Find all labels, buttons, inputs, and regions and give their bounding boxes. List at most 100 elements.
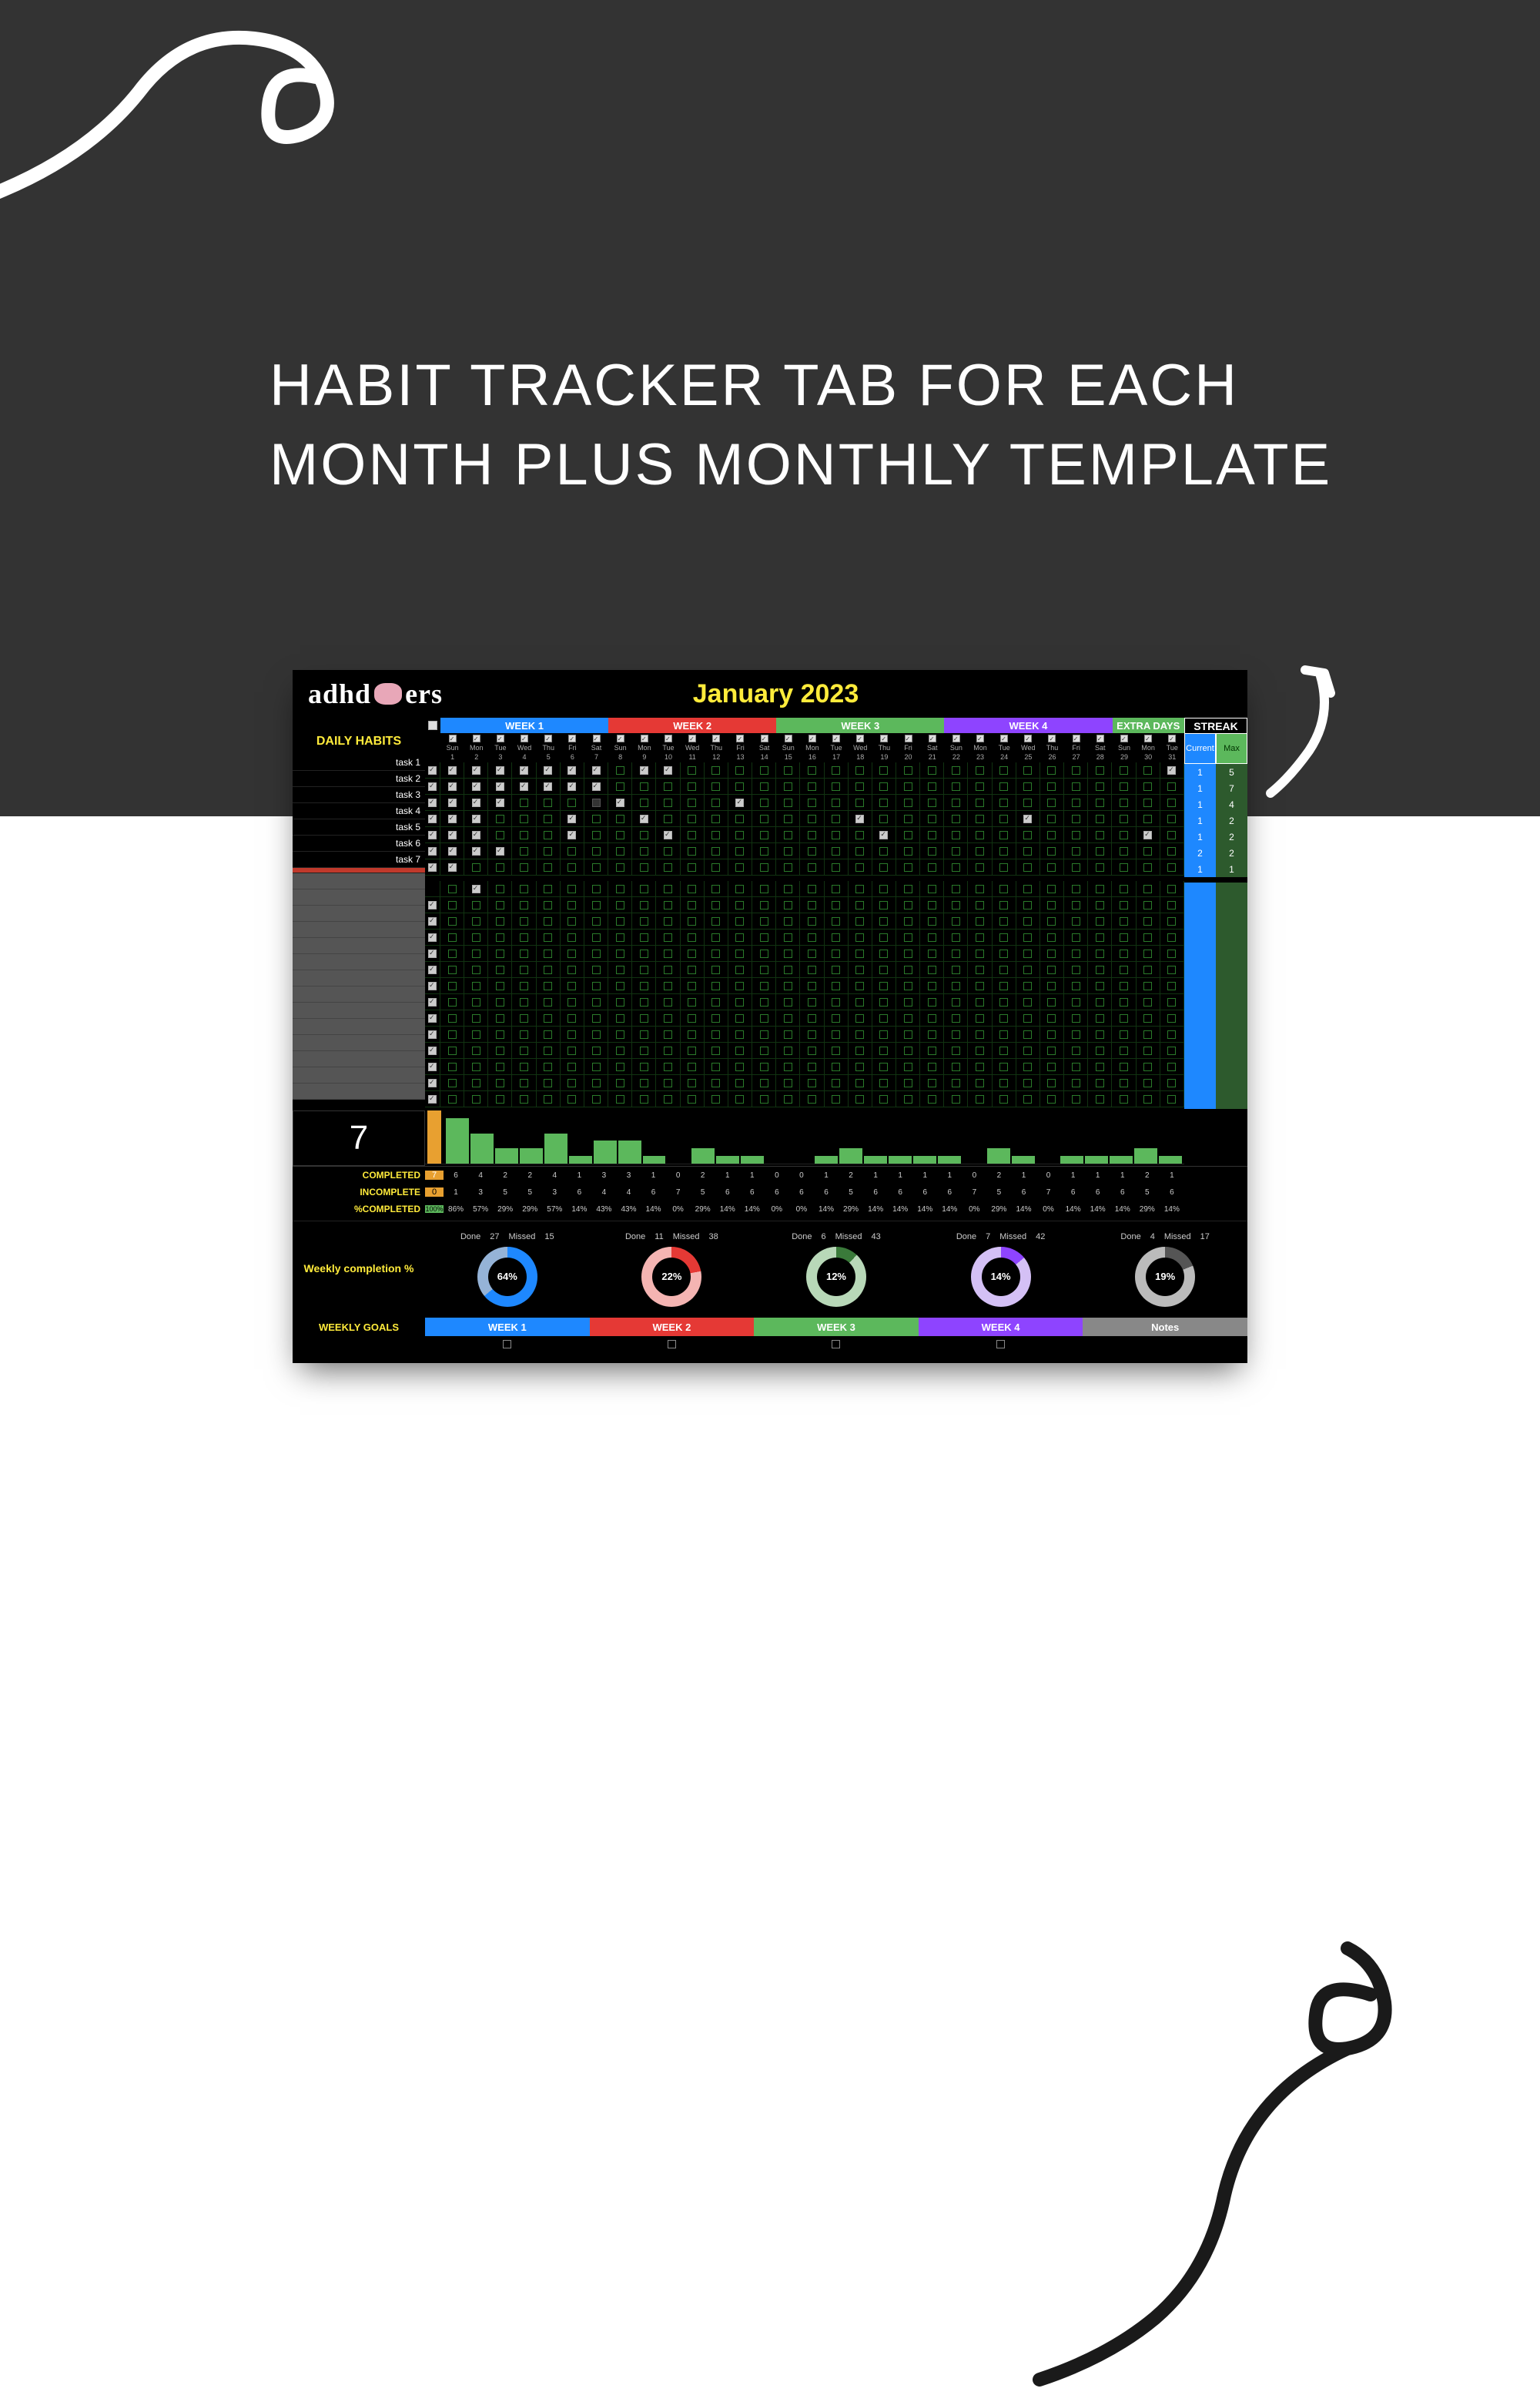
- habit-day-cell[interactable]: [681, 843, 705, 859]
- habit-day-cell[interactable]: [1112, 1027, 1136, 1043]
- habit-day-cell[interactable]: [993, 962, 1016, 978]
- habit-day-cell[interactable]: [608, 1043, 632, 1059]
- habit-day-cell[interactable]: [776, 897, 800, 913]
- habit-day-cell[interactable]: [993, 930, 1016, 946]
- habit-day-cell[interactable]: [944, 994, 968, 1010]
- habit-day-cell[interactable]: [1040, 795, 1064, 811]
- row-all-checkbox[interactable]: [425, 779, 440, 795]
- habit-day-cell[interactable]: [993, 779, 1016, 795]
- habit-day-cell[interactable]: [608, 1075, 632, 1091]
- habit-day-cell[interactable]: [1088, 913, 1112, 930]
- habit-label[interactable]: task 3: [293, 787, 425, 803]
- habit-day-cell[interactable]: [944, 795, 968, 811]
- habit-day-cell[interactable]: [1137, 1010, 1160, 1027]
- habit-day-cell[interactable]: [1112, 859, 1136, 876]
- row-all-checkbox[interactable]: [425, 827, 440, 843]
- habit-day-cell[interactable]: [464, 779, 488, 795]
- habit-day-cell[interactable]: [993, 859, 1016, 876]
- habit-day-cell[interactable]: [849, 859, 872, 876]
- habit-empty-row[interactable]: [293, 889, 425, 906]
- habit-day-cell[interactable]: [512, 1010, 536, 1027]
- habit-day-cell[interactable]: [872, 913, 896, 930]
- habit-day-cell[interactable]: [1064, 1027, 1088, 1043]
- habit-day-cell[interactable]: [537, 978, 561, 994]
- habit-day-cell[interactable]: [656, 1075, 680, 1091]
- row-all-checkbox[interactable]: [425, 946, 440, 962]
- habit-day-cell[interactable]: [681, 881, 705, 897]
- habit-day-cell[interactable]: [632, 881, 656, 897]
- day-header-cell[interactable]: Fri13: [728, 733, 752, 762]
- habit-day-cell[interactable]: [752, 897, 776, 913]
- habit-day-cell[interactable]: [608, 962, 632, 978]
- habit-label[interactable]: task 7: [293, 852, 425, 868]
- habit-day-cell[interactable]: [728, 1075, 752, 1091]
- habit-day-cell[interactable]: [920, 962, 944, 978]
- habit-day-cell[interactable]: [1040, 779, 1064, 795]
- habit-day-cell[interactable]: [728, 762, 752, 779]
- habit-day-cell[interactable]: [752, 1059, 776, 1075]
- row-all-checkbox[interactable]: [425, 1027, 440, 1043]
- habit-day-cell[interactable]: [968, 1010, 992, 1027]
- habit-day-cell[interactable]: [464, 881, 488, 897]
- row-all-checkbox[interactable]: [425, 1091, 440, 1107]
- habit-day-cell[interactable]: [1040, 843, 1064, 859]
- habit-day-cell[interactable]: [681, 859, 705, 876]
- habit-day-cell[interactable]: [537, 1010, 561, 1027]
- habit-day-cell[interactable]: [561, 930, 584, 946]
- habit-day-cell[interactable]: [681, 811, 705, 827]
- habit-day-cell[interactable]: [488, 811, 512, 827]
- habit-day-cell[interactable]: [896, 762, 920, 779]
- habit-day-cell[interactable]: [608, 897, 632, 913]
- habit-day-cell[interactable]: [752, 827, 776, 843]
- habit-day-cell[interactable]: [512, 1075, 536, 1091]
- habit-day-cell[interactable]: [968, 930, 992, 946]
- habit-day-cell[interactable]: [872, 1059, 896, 1075]
- habit-day-cell[interactable]: [632, 978, 656, 994]
- habit-day-cell[interactable]: [752, 1075, 776, 1091]
- row-all-checkbox[interactable]: [425, 1010, 440, 1027]
- habit-day-cell[interactable]: [944, 762, 968, 779]
- habit-day-cell[interactable]: [849, 946, 872, 962]
- habit-day-cell[interactable]: [752, 843, 776, 859]
- habit-day-cell[interactable]: [705, 930, 728, 946]
- habit-day-cell[interactable]: [800, 994, 824, 1010]
- day-header-cell[interactable]: Thu26: [1040, 733, 1064, 762]
- habit-day-cell[interactable]: [1160, 811, 1184, 827]
- habit-day-cell[interactable]: [825, 795, 849, 811]
- habit-day-cell[interactable]: [849, 1010, 872, 1027]
- habit-day-cell[interactable]: [1088, 1075, 1112, 1091]
- habit-day-cell[interactable]: [1137, 762, 1160, 779]
- habit-day-cell[interactable]: [681, 795, 705, 811]
- habit-day-cell[interactable]: [776, 859, 800, 876]
- habit-day-cell[interactable]: [968, 843, 992, 859]
- habit-day-cell[interactable]: [1088, 1091, 1112, 1107]
- habit-day-cell[interactable]: [1040, 962, 1064, 978]
- habit-day-cell[interactable]: [825, 978, 849, 994]
- habit-day-cell[interactable]: [464, 811, 488, 827]
- habit-day-cell[interactable]: [440, 1043, 464, 1059]
- habit-day-cell[interactable]: [656, 1010, 680, 1027]
- habit-day-cell[interactable]: [920, 913, 944, 930]
- habit-day-cell[interactable]: [968, 811, 992, 827]
- habit-day-cell[interactable]: [1016, 913, 1040, 930]
- habit-day-cell[interactable]: [800, 843, 824, 859]
- habit-day-cell[interactable]: [537, 913, 561, 930]
- habit-day-cell[interactable]: [705, 827, 728, 843]
- habit-day-cell[interactable]: [944, 811, 968, 827]
- habit-day-cell[interactable]: [944, 1059, 968, 1075]
- habit-day-cell[interactable]: [920, 843, 944, 859]
- habit-day-cell[interactable]: [920, 827, 944, 843]
- habit-day-cell[interactable]: [705, 762, 728, 779]
- habit-day-cell[interactable]: [1064, 930, 1088, 946]
- habit-empty-row[interactable]: [293, 1084, 425, 1100]
- habit-day-cell[interactable]: [752, 779, 776, 795]
- habit-day-cell[interactable]: [1112, 881, 1136, 897]
- habit-day-cell[interactable]: [776, 1091, 800, 1107]
- habit-day-cell[interactable]: [584, 843, 608, 859]
- habit-day-cell[interactable]: [776, 913, 800, 930]
- habit-day-cell[interactable]: [993, 843, 1016, 859]
- habit-day-cell[interactable]: [464, 962, 488, 978]
- habit-day-cell[interactable]: [800, 1043, 824, 1059]
- habit-day-cell[interactable]: [728, 1043, 752, 1059]
- habit-label[interactable]: task 1: [293, 755, 425, 771]
